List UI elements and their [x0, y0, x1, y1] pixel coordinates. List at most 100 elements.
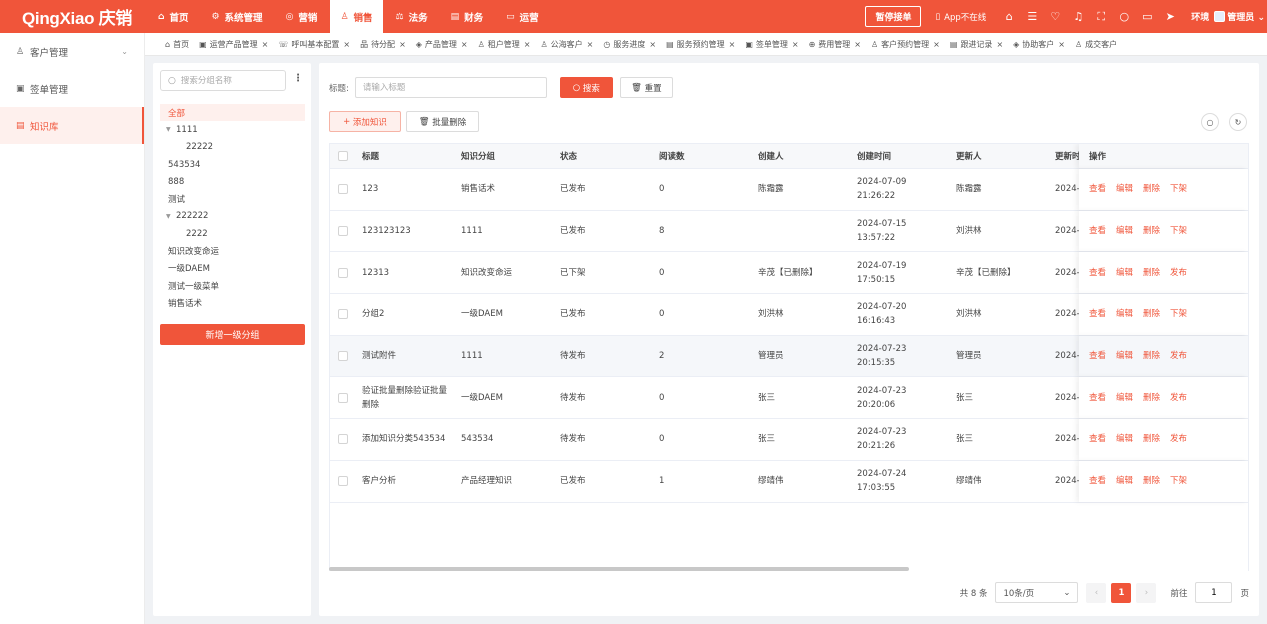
horizontal-scrollbar[interactable]: [329, 567, 1249, 572]
search-toggle-icon[interactable]: ○: [1201, 113, 1219, 131]
tree-node[interactable]: 测试一级菜单: [160, 277, 305, 294]
add-knowledge-button[interactable]: + 添加知识: [329, 111, 401, 132]
search-icon[interactable]: ○: [1114, 10, 1134, 23]
user-menu[interactable]: 管理员 ⌄: [1227, 10, 1267, 23]
toggle-publish-link[interactable]: 发布: [1170, 349, 1187, 363]
close-icon[interactable]: ×: [262, 40, 269, 49]
brand-logo[interactable]: QingXiao 庆销: [0, 4, 145, 29]
tab-10[interactable]: ⊕ 费用管理 ×: [804, 39, 866, 50]
edit-link[interactable]: 编辑: [1116, 182, 1133, 196]
checkbox[interactable]: [338, 309, 348, 320]
checkbox[interactable]: [338, 151, 348, 161]
send-icon[interactable]: ➤: [1160, 10, 1180, 23]
tree-node[interactable]: 22222: [160, 139, 305, 156]
sidebar-item-1[interactable]: ▣ 签单管理: [0, 70, 144, 107]
tree-node[interactable]: 全部: [160, 104, 305, 122]
close-icon[interactable]: ×: [461, 40, 468, 49]
shirt-icon[interactable]: ♡: [1045, 10, 1065, 23]
checkbox[interactable]: [338, 184, 348, 195]
row-checkbox-cell[interactable]: [330, 211, 352, 252]
checkbox[interactable]: [338, 434, 348, 445]
tab-2[interactable]: ☏ 呼叫基本配置 ×: [273, 39, 355, 50]
close-icon[interactable]: ×: [792, 40, 799, 49]
nav-item-4[interactable]: ⚖ 法务: [386, 0, 438, 33]
reset-button[interactable]: 🗑 重置: [619, 77, 673, 98]
message-icon[interactable]: ▭: [1137, 10, 1157, 23]
list-icon[interactable]: ☰: [1022, 10, 1042, 23]
close-icon[interactable]: ×: [729, 40, 736, 49]
tree-node[interactable]: 一级DAEM: [160, 260, 305, 277]
tab-8[interactable]: ▤ 服务预约管理 ×: [661, 39, 740, 50]
edit-link[interactable]: 编辑: [1116, 307, 1133, 321]
tree-node[interactable]: 888: [160, 173, 305, 190]
tab-11[interactable]: ♙ 客户预约管理 ×: [866, 39, 945, 50]
tree-node[interactable]: ▼ 222222: [160, 208, 305, 225]
delete-link[interactable]: 删除: [1143, 224, 1160, 238]
close-icon[interactable]: ×: [343, 40, 350, 49]
checkbox[interactable]: [338, 392, 348, 403]
delete-link[interactable]: 删除: [1143, 266, 1160, 280]
caret-down-icon[interactable]: ▼: [166, 213, 174, 220]
delete-link[interactable]: 删除: [1143, 391, 1160, 405]
view-link[interactable]: 查看: [1089, 349, 1106, 363]
tab-0[interactable]: ⌂ 首页: [145, 39, 194, 50]
pause-orders-button[interactable]: 暂停接单: [865, 6, 922, 27]
tree-node[interactable]: 543534: [160, 156, 305, 173]
category-search-input[interactable]: [180, 75, 281, 86]
tree-node[interactable]: 销售话术: [160, 294, 305, 311]
view-link[interactable]: 查看: [1089, 266, 1106, 280]
nav-item-6[interactable]: ▭ 运营: [496, 0, 549, 33]
delete-link[interactable]: 删除: [1143, 432, 1160, 446]
tree-node[interactable]: 2222: [160, 225, 305, 242]
checkbox[interactable]: [338, 267, 348, 278]
view-link[interactable]: 查看: [1089, 224, 1106, 238]
toggle-publish-link[interactable]: 发布: [1170, 432, 1187, 446]
checkbox[interactable]: [338, 351, 348, 362]
add-group-button[interactable]: 新增一级分组: [160, 324, 305, 345]
page-number-button[interactable]: 1: [1111, 582, 1132, 603]
close-icon[interactable]: ×: [649, 40, 656, 49]
env-label[interactable]: 环境: [1191, 10, 1209, 23]
app-status[interactable]: ▯ App不在线: [935, 11, 986, 23]
prev-page-button[interactable]: ‹: [1086, 582, 1107, 603]
page-size-select[interactable]: 10条/页 ⌄: [995, 582, 1079, 603]
tree-node[interactable]: 知识改变命运: [160, 242, 305, 259]
delete-link[interactable]: 删除: [1143, 474, 1160, 488]
toggle-publish-link[interactable]: 下架: [1170, 307, 1187, 321]
delete-link[interactable]: 删除: [1143, 307, 1160, 321]
edit-link[interactable]: 编辑: [1116, 224, 1133, 238]
view-link[interactable]: 查看: [1089, 391, 1106, 405]
title-input[interactable]: [354, 77, 547, 98]
checkbox[interactable]: [338, 476, 348, 487]
close-icon[interactable]: ×: [524, 40, 531, 49]
refresh-icon[interactable]: ↻: [1229, 113, 1247, 131]
view-link[interactable]: 查看: [1089, 474, 1106, 488]
toggle-publish-link[interactable]: 下架: [1170, 474, 1187, 488]
close-icon[interactable]: ×: [399, 40, 406, 49]
close-icon[interactable]: ×: [1058, 40, 1065, 49]
row-checkbox-cell[interactable]: [330, 461, 352, 502]
edit-link[interactable]: 编辑: [1116, 349, 1133, 363]
row-checkbox-cell[interactable]: [330, 419, 352, 460]
tab-12[interactable]: ▤ 跟进记录 ×: [945, 39, 1008, 50]
sidebar-item-0[interactable]: ♙ 客户管理 ⌄: [0, 33, 144, 70]
bell-icon[interactable]: ♫: [1068, 10, 1088, 23]
close-icon[interactable]: ×: [933, 40, 940, 49]
checkbox[interactable]: [338, 226, 348, 237]
edit-link[interactable]: 编辑: [1116, 432, 1133, 446]
tab-13[interactable]: ◈ 协助客户 ×: [1008, 39, 1070, 50]
lock-icon[interactable]: ⌂: [999, 10, 1019, 23]
row-checkbox-cell[interactable]: [330, 294, 352, 335]
tab-3[interactable]: 品待分配 ×: [355, 39, 411, 50]
tab-9[interactable]: ▣ 签单管理 ×: [740, 39, 803, 50]
fullscreen-icon[interactable]: ⛶: [1091, 10, 1111, 24]
toggle-publish-link[interactable]: 发布: [1170, 391, 1187, 405]
avatar[interactable]: [1214, 11, 1226, 22]
select-all-checkbox[interactable]: [330, 144, 352, 168]
delete-link[interactable]: 删除: [1143, 349, 1160, 363]
next-page-button[interactable]: ›: [1136, 582, 1157, 603]
edit-link[interactable]: 编辑: [1116, 266, 1133, 280]
close-icon[interactable]: ×: [587, 40, 594, 49]
more-icon[interactable]: ⋮: [293, 73, 303, 84]
tab-1[interactable]: ▣ 运营产品管理 ×: [194, 39, 273, 50]
